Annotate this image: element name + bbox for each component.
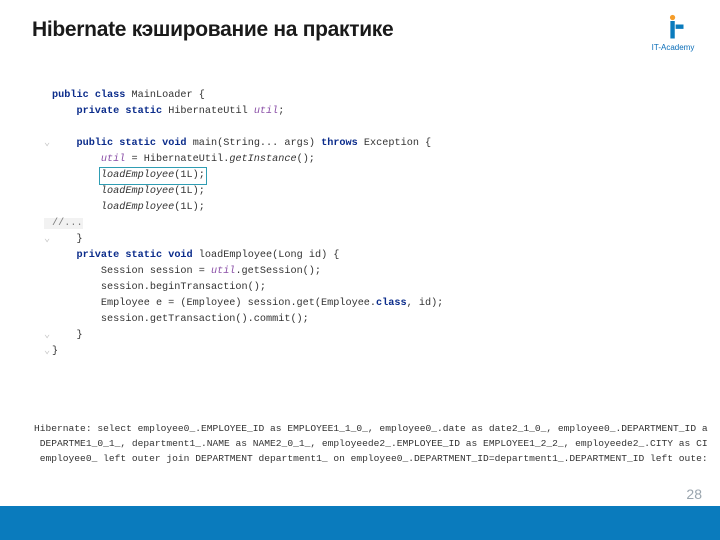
highlighted-call: loadEmployee(1L); (99, 167, 207, 185)
slide-title: Hibernate кэширование на практике (32, 18, 393, 42)
logo-text: IT-Academy (650, 43, 696, 52)
it-academy-icon (659, 14, 687, 42)
footer-bar (0, 506, 720, 540)
page-number: 28 (686, 486, 702, 502)
java-code: public class MainLoader { private static… (44, 72, 692, 360)
hibernate-sql-log: Hibernate: select employee0_.EMPLOYEE_ID… (34, 406, 720, 466)
logo: IT-Academy (650, 14, 696, 58)
